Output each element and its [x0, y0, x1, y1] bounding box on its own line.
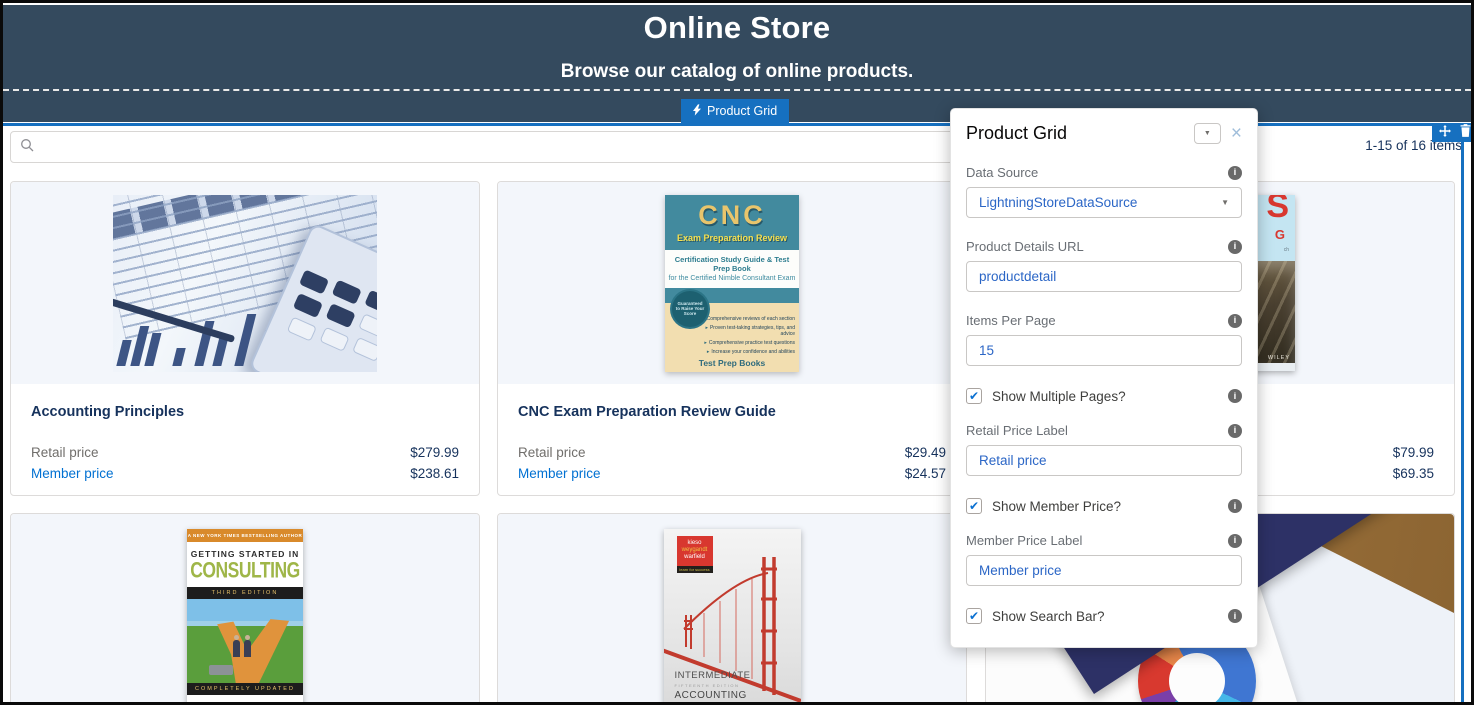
- chevron-down-icon: ▼: [1221, 198, 1229, 207]
- info-icon[interactable]: i: [1228, 424, 1242, 438]
- member-price-value: $24.57: [905, 463, 946, 484]
- retail-price-value: $79.99: [1393, 442, 1434, 463]
- dropzone-dashed-line: [3, 89, 1471, 91]
- chevron-down-icon: ▼: [1204, 130, 1211, 137]
- panel-title: Product Grid: [966, 123, 1194, 144]
- consulting-book-cover: A NEW YORK TIMES BESTSELLING AUTHOR GETT…: [187, 529, 303, 705]
- info-icon[interactable]: i: [1228, 314, 1242, 328]
- page-title: Online Store: [3, 5, 1471, 46]
- items-per-page-input[interactable]: 15: [966, 335, 1242, 366]
- product-title[interactable]: Accounting Principles: [31, 404, 459, 421]
- trash-icon[interactable]: [1460, 124, 1471, 142]
- intermediate-accounting-book-cover: kieso weygandt warfield learn for succes…: [664, 529, 801, 705]
- product-image: CNC Exam Preparation Review Certificatio…: [498, 182, 966, 384]
- product-image: [11, 182, 479, 384]
- info-icon[interactable]: i: [1228, 534, 1242, 548]
- product-title[interactable]: CNC Exam Preparation Review Guide: [518, 404, 946, 421]
- panel-close-button[interactable]: ×: [1231, 125, 1242, 143]
- checkmark-icon: ✔: [969, 609, 979, 623]
- property-panel-product-grid: Product Grid ▼ × Data Source i Lightning…: [950, 108, 1258, 648]
- component-tab-product-grid[interactable]: Product Grid: [681, 99, 789, 123]
- field-label-data-source: Data Source: [966, 165, 1038, 180]
- panel-collapse-button[interactable]: ▼: [1194, 123, 1221, 144]
- selection-border-right: [1461, 123, 1464, 702]
- show-member-price-checkbox[interactable]: ✔: [966, 498, 982, 514]
- retail-price-value: $29.49: [905, 442, 946, 463]
- retail-price-label-value: Retail price: [979, 453, 1047, 468]
- product-card[interactable]: kieso weygandt warfield learn for succes…: [497, 513, 967, 705]
- product-details-url-input[interactable]: productdetail: [966, 261, 1242, 292]
- retail-price-label: Retail price: [31, 442, 99, 463]
- field-label-show-search-bar: Show Search Bar?: [992, 609, 1228, 624]
- component-tab-label: Product Grid: [707, 104, 777, 118]
- product-image: A NEW YORK TIMES BESTSELLING AUTHOR GETT…: [11, 514, 479, 705]
- product-card[interactable]: CNC Exam Preparation Review Certificatio…: [497, 181, 967, 496]
- info-icon[interactable]: i: [1228, 499, 1242, 513]
- field-label-product-details-url: Product Details URL: [966, 239, 1084, 254]
- cnc-book-cover: CNC Exam Preparation Review Certificatio…: [665, 195, 799, 372]
- search-icon: [20, 138, 34, 157]
- retail-price-label: Retail price: [518, 442, 586, 463]
- field-label-items-per-page: Items Per Page: [966, 313, 1056, 328]
- member-price-link[interactable]: Member price: [31, 463, 114, 484]
- product-card[interactable]: Accounting Principles Retail price $279.…: [10, 181, 480, 496]
- show-search-bar-checkbox[interactable]: ✔: [966, 608, 982, 624]
- product-card[interactable]: A NEW YORK TIMES BESTSELLING AUTHOR GETT…: [10, 513, 480, 705]
- field-label-retail-price-label: Retail Price Label: [966, 423, 1068, 438]
- move-icon[interactable]: [1439, 124, 1451, 142]
- checkmark-icon: ✔: [969, 499, 979, 513]
- close-icon: ×: [1231, 123, 1242, 144]
- accounting-photo: [113, 195, 377, 372]
- member-price-value: $238.61: [410, 463, 459, 484]
- member-price-value: $69.35: [1393, 463, 1434, 484]
- items-per-page-value: 15: [979, 343, 994, 358]
- retail-price-label-input[interactable]: Retail price: [966, 445, 1242, 476]
- member-price-label-value: Member price: [979, 563, 1062, 578]
- product-details-url-value: productdetail: [979, 269, 1056, 284]
- checkmark-icon: ✔: [969, 389, 979, 403]
- page-root: Online Store Browse our catalog of onlin…: [0, 0, 1474, 705]
- field-label-member-price-label: Member Price Label: [966, 533, 1082, 548]
- member-price-label-input[interactable]: Member price: [966, 555, 1242, 586]
- info-icon[interactable]: i: [1228, 609, 1242, 623]
- data-source-select[interactable]: LightningStoreDataSource ▼: [966, 187, 1242, 218]
- retail-price-value: $279.99: [410, 442, 459, 463]
- info-icon[interactable]: i: [1228, 389, 1242, 403]
- component-action-bar: [1432, 124, 1474, 142]
- product-image: kieso weygandt warfield learn for succes…: [498, 514, 966, 705]
- page-subtitle: Browse our catalog of online products.: [3, 61, 1471, 83]
- data-source-value: LightningStoreDataSource: [979, 195, 1137, 210]
- member-price-link[interactable]: Member price: [518, 463, 601, 484]
- lightning-bolt-icon: [693, 104, 701, 119]
- field-label-show-multiple-pages: Show Multiple Pages?: [992, 389, 1228, 404]
- info-icon[interactable]: i: [1228, 240, 1242, 254]
- info-icon[interactable]: i: [1228, 166, 1242, 180]
- show-multiple-pages-checkbox[interactable]: ✔: [966, 388, 982, 404]
- field-label-show-member-price: Show Member Price?: [992, 499, 1228, 514]
